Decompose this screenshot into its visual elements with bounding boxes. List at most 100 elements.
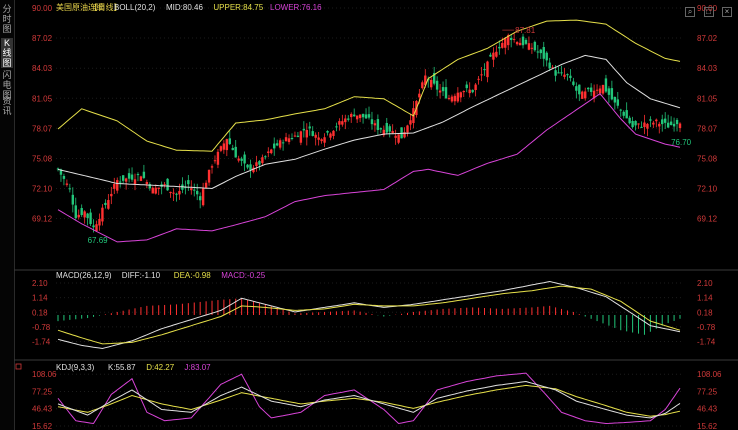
y-tick-label-right: 87.02: [697, 34, 718, 43]
candle-body: [278, 140, 282, 148]
candle-body: [610, 88, 614, 100]
y-tick-label-left: -1.74: [32, 337, 51, 346]
candle-body: [512, 38, 516, 40]
candle-body: [622, 111, 625, 116]
candle-body: [344, 118, 347, 123]
candle-body: [483, 69, 486, 71]
close-icon[interactable]: ×: [722, 7, 732, 17]
candle-body: [678, 123, 682, 129]
candle-body: [107, 200, 110, 209]
candle-body: [284, 137, 288, 142]
y-tick-label-left: 87.02: [32, 34, 53, 43]
candle-body: [598, 88, 602, 94]
candle-body: [110, 193, 113, 197]
y-tick-label-left: 77.25: [32, 387, 53, 396]
candle-body: [480, 74, 483, 76]
candle-body: [175, 193, 178, 195]
candle-body: [569, 75, 572, 79]
candle-body: [456, 92, 460, 102]
candle-body: [133, 179, 137, 185]
legend-lower: LOWER:76.16: [270, 3, 322, 12]
candle-body: [465, 84, 468, 89]
candle-body: [477, 78, 480, 80]
candle-body: [471, 89, 474, 93]
candle-body: [124, 178, 128, 182]
candle-body: [255, 162, 258, 166]
candle-body: [669, 121, 673, 125]
y-tick-label-right: -0.78: [697, 323, 716, 332]
search-icon[interactable]: ⌕: [685, 7, 696, 17]
y-tick-label-right: 2.10: [697, 279, 713, 288]
candle-body: [338, 121, 341, 125]
kdj-d-line: [57, 384, 681, 417]
y-tick-label-left: 46.43: [32, 405, 53, 414]
candle-body: [119, 181, 122, 183]
candle-body: [474, 84, 477, 91]
candle-body: [554, 70, 557, 76]
candle-body: [441, 87, 445, 92]
legend-d: D:42.27: [146, 363, 175, 372]
candle-body: [216, 151, 220, 165]
annotation-low: 67.69: [88, 236, 109, 245]
candle-body: [607, 88, 611, 95]
candle-body: [240, 158, 243, 161]
candle-body: [616, 99, 619, 106]
candle-body: [572, 81, 575, 85]
candle-body: [335, 126, 338, 128]
candle-body: [542, 47, 545, 59]
candle-body: [388, 126, 391, 132]
y-tick-label-right: 46.43: [697, 405, 718, 414]
y-tick-label-left: 1.14: [32, 294, 48, 303]
candle-body: [329, 133, 332, 138]
candle-body: [675, 119, 679, 125]
candle-body: [578, 84, 581, 95]
candle-body: [136, 174, 140, 176]
maximize-icon[interactable]: □: [703, 7, 714, 17]
candle-body: [530, 47, 534, 49]
candle-body: [589, 87, 593, 92]
candle-body: [394, 135, 397, 138]
candle-body: [258, 161, 261, 165]
candle-body: [489, 54, 492, 57]
candle-body: [370, 119, 374, 125]
candle-body: [190, 188, 193, 191]
candle-body: [92, 225, 95, 228]
candle-body: [83, 211, 86, 218]
candle-body: [89, 212, 92, 225]
candle-body: [204, 182, 208, 188]
chart-canvas[interactable]: 90.00 90.0087.02 87.0284.03 84.0381.05 81.05…: [0, 0, 738, 430]
candle-body: [447, 97, 451, 100]
candle-body: [198, 196, 202, 201]
candle-body: [249, 164, 252, 171]
indicator-name: BOLL(20,2): [114, 3, 156, 12]
candle-body: [80, 208, 83, 216]
candle-body: [628, 117, 631, 124]
candle-body: [293, 135, 297, 137]
candle-body: [566, 74, 569, 76]
y-tick-label-left: 75.08: [32, 154, 53, 163]
candle-body: [311, 131, 314, 136]
candle-body: [270, 149, 273, 154]
candle-body: [169, 191, 172, 194]
candle-body: [222, 143, 226, 150]
legend-dea: DEA:-0.98: [174, 271, 211, 280]
candle-body: [634, 120, 637, 126]
pane-settings-icon: [15, 363, 22, 370]
candle-body: [501, 42, 504, 48]
candle-body: [557, 72, 560, 74]
candle-body: [71, 194, 75, 205]
candle-body: [332, 130, 335, 136]
candle-body: [655, 119, 658, 122]
candle-body: [438, 90, 442, 93]
macd-diff-line: [57, 280, 681, 350]
candle-body: [145, 181, 149, 185]
candle-body: [539, 49, 542, 54]
candle-body: [563, 74, 566, 77]
candle-body: [302, 128, 306, 131]
candle-body: [524, 39, 528, 44]
candle-body: [658, 123, 661, 127]
candle-body: [586, 87, 590, 90]
macd-dea-line: [57, 285, 681, 345]
candle-body: [267, 151, 270, 153]
candle-body: [601, 84, 605, 94]
